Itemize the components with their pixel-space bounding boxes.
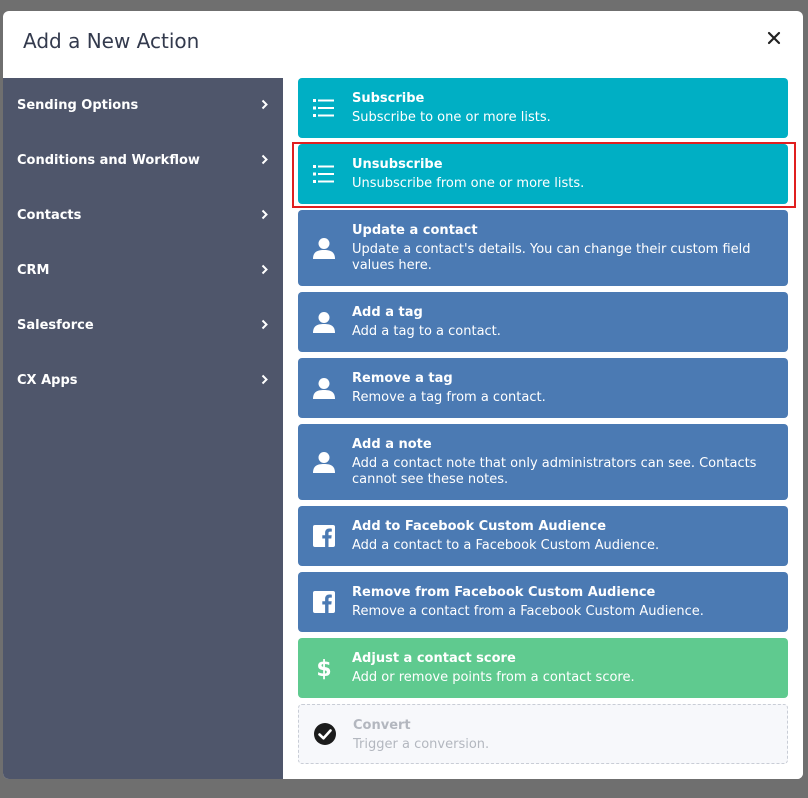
sidebar-item-label: CX Apps [17, 373, 78, 388]
sidebar-item-cx-apps[interactable]: CX Apps [3, 353, 283, 408]
action-title: Remove from Facebook Custom Audience [352, 585, 656, 600]
close-icon [767, 31, 781, 45]
chevron-right-icon [261, 319, 268, 330]
chevron-right-icon [261, 264, 268, 275]
sidebar-item-label: Contacts [17, 208, 82, 223]
person-icon [312, 450, 336, 474]
list-icon [312, 96, 336, 120]
category-sidebar: Sending Options Conditions and Workflow … [3, 78, 283, 779]
action-card-remove-tag[interactable]: Remove a tag Remove a tag from a contact… [298, 358, 788, 418]
action-title: Subscribe [352, 91, 425, 106]
dollar-icon: $ [312, 656, 336, 680]
action-title: Convert [353, 718, 411, 733]
action-description: Add a contact to a Facebook Custom Audie… [352, 538, 660, 553]
modal-title: Add a New Action [23, 29, 200, 53]
action-card-unsubscribe[interactable]: Unsubscribe Unsubscribe from one or more… [298, 144, 788, 204]
close-button[interactable] [767, 31, 781, 45]
action-description: Add a contact note that only administrat… [352, 456, 757, 487]
chevron-right-icon [261, 99, 268, 110]
sidebar-item-sending-options[interactable]: Sending Options [3, 78, 283, 133]
sidebar-item-conditions-workflow[interactable]: Conditions and Workflow [3, 133, 283, 188]
facebook-icon [312, 524, 336, 548]
sidebar-item-contacts[interactable]: Contacts [3, 188, 283, 243]
action-description: Remove a tag from a contact. [352, 390, 546, 405]
sidebar-item-crm[interactable]: CRM [3, 243, 283, 298]
chevron-right-icon [261, 209, 268, 220]
sidebar-item-label: Conditions and Workflow [17, 153, 200, 168]
action-card-remove-facebook-audience[interactable]: Remove from Facebook Custom Audience Rem… [298, 572, 788, 632]
action-title: Add a tag [352, 305, 423, 320]
action-title: Adjust a contact score [352, 651, 516, 666]
chevron-right-icon [261, 374, 268, 385]
action-title: Remove a tag [352, 371, 453, 386]
sidebar-item-label: CRM [17, 263, 50, 278]
action-title: Update a contact [352, 223, 478, 238]
person-icon [312, 310, 336, 334]
add-action-modal: Add a New Action Sending Options Conditi… [3, 11, 803, 779]
sidebar-item-salesforce[interactable]: Salesforce [3, 298, 283, 353]
action-list: Subscribe Subscribe to one or more lists… [283, 78, 803, 779]
action-card-adjust-score[interactable]: $ Adjust a contact score Add or remove p… [298, 638, 788, 698]
person-icon [312, 376, 336, 400]
action-card-add-tag[interactable]: Add a tag Add a tag to a contact. [298, 292, 788, 352]
action-card-subscribe[interactable]: Subscribe Subscribe to one or more lists… [298, 78, 788, 138]
action-title: Unsubscribe [352, 157, 443, 172]
action-description: Add a tag to a contact. [352, 324, 501, 339]
modal-header: Add a New Action [3, 11, 803, 78]
action-card-update-contact[interactable]: Update a contact Update a contact's deta… [298, 210, 788, 286]
checkmark-circle-icon [313, 722, 337, 746]
action-description: Trigger a conversion. [353, 737, 490, 752]
action-title: Add a note [352, 437, 432, 452]
facebook-icon [312, 590, 336, 614]
action-card-add-note[interactable]: Add a note Add a contact note that only … [298, 424, 788, 500]
action-description: Update a contact's details. You can chan… [352, 242, 751, 273]
svg-text:$: $ [316, 657, 331, 680]
action-description: Unsubscribe from one or more lists. [352, 176, 585, 191]
sidebar-item-label: Salesforce [17, 318, 94, 333]
action-card-add-facebook-audience[interactable]: Add to Facebook Custom Audience Add a co… [298, 506, 788, 566]
action-card-convert[interactable]: Convert Trigger a conversion. [298, 704, 788, 764]
chevron-right-icon [261, 154, 268, 165]
action-description: Subscribe to one or more lists. [352, 110, 551, 125]
person-icon [312, 236, 336, 260]
action-description: Remove a contact from a Facebook Custom … [352, 604, 704, 619]
action-title: Add to Facebook Custom Audience [352, 519, 607, 534]
action-description: Add or remove points from a contact scor… [352, 670, 635, 685]
list-icon [312, 162, 336, 186]
sidebar-item-label: Sending Options [17, 98, 139, 113]
